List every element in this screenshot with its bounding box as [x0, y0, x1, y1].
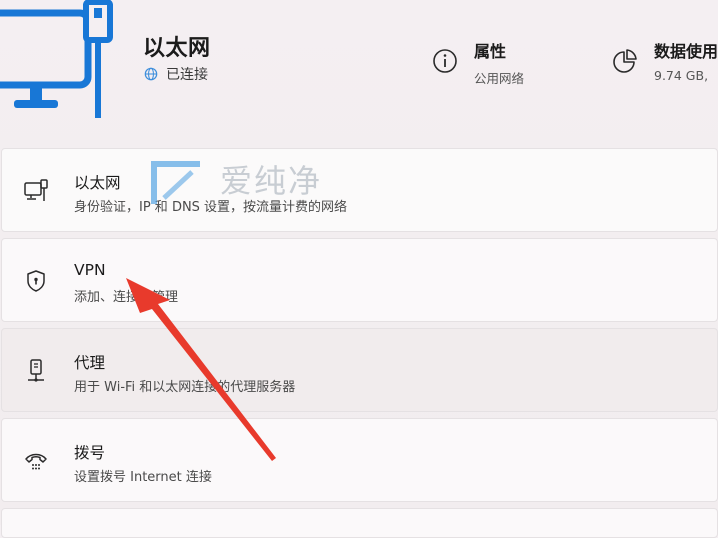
dial-up-title: 拨号: [74, 444, 106, 462]
properties-title: 属性: [474, 42, 507, 61]
vpn-title: VPN: [74, 261, 106, 279]
ethernet-icon: [24, 179, 48, 201]
settings-item-vpn[interactable]: VPN 添加、连接、管理: [1, 238, 718, 322]
dial-up-subtitle: 设置拨号 Internet 连接: [74, 470, 212, 485]
ethernet-subtitle: 身份验证，IP 和 DNS 设置，按流量计费的网络: [74, 200, 348, 215]
settings-item-partial[interactable]: [1, 508, 718, 538]
proxy-server-icon: [28, 359, 44, 382]
connection-status: 已连接: [144, 64, 208, 84]
page-title: 以太网: [143, 36, 211, 61]
proxy-title: 代理: [74, 354, 106, 372]
ethernet-title: 以太网: [74, 174, 121, 192]
globe-icon: [144, 67, 158, 81]
data-usage-subtitle: 9.74 GB,: [654, 68, 709, 83]
proxy-subtitle: 用于 Wi-Fi 和以太网连接的代理服务器: [74, 380, 296, 395]
info-icon: [433, 49, 457, 73]
network-header: 以太网 已连接 属性 公用网络 数据使用 9.74 GB,: [0, 0, 718, 140]
pie-chart-icon: [613, 49, 637, 73]
status-text: 已连接: [166, 67, 208, 83]
settings-item-ethernet[interactable]: 以太网 身份验证，IP 和 DNS 设置，按流量计费的网络: [1, 148, 718, 232]
settings-item-proxy[interactable]: 代理 用于 Wi-Fi 和以太网连接的代理服务器: [1, 328, 718, 412]
data-usage-button[interactable]: 数据使用 9.74 GB,: [612, 38, 718, 83]
wired-network-computer-icon: [0, 0, 113, 118]
properties-button[interactable]: 属性 公用网络: [432, 38, 524, 87]
vpn-subtitle: 添加、连接、管理: [74, 290, 179, 305]
data-usage-title: 数据使用: [654, 42, 718, 61]
properties-subtitle: 公用网络: [474, 71, 525, 86]
dial-up-phone-icon: [25, 453, 47, 470]
settings-item-dial-up[interactable]: 拨号 设置拨号 Internet 连接: [1, 418, 718, 502]
shield-icon: [27, 270, 45, 292]
